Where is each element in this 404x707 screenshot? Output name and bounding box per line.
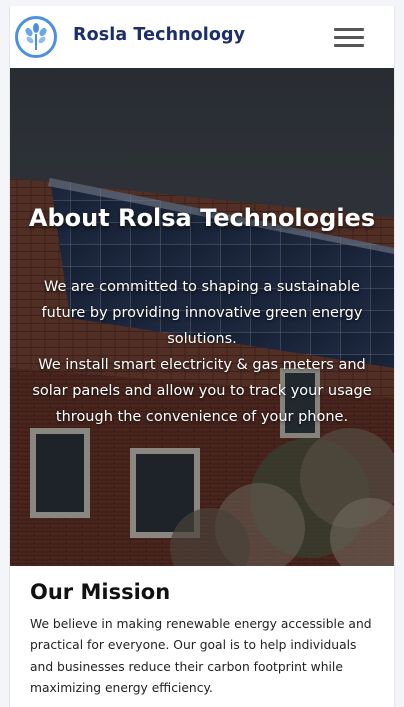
hero-section: About Rolsa Technologies We are committe… bbox=[10, 68, 394, 566]
hero-paragraph-1: We are committed to shaping a sustainabl… bbox=[41, 279, 363, 347]
tree-leaf-logo-icon bbox=[25, 23, 47, 50]
brand-name[interactable]: Rosla Technology bbox=[73, 25, 245, 45]
hero-description: We are committed to shaping a sustainabl… bbox=[24, 274, 380, 430]
hero-paragraph-2: We install smart electricity & gas meter… bbox=[32, 357, 372, 425]
page-frame: Rosla Technology About Rolsa Technologie… bbox=[9, 6, 395, 707]
mission-title: Our Mission bbox=[30, 580, 171, 604]
hamburger-menu-icon[interactable] bbox=[334, 26, 366, 48]
mission-section: Our Mission We believe in making renewab… bbox=[10, 566, 394, 707]
navbar: Rosla Technology bbox=[10, 6, 394, 69]
hero-title: About Rolsa Technologies bbox=[28, 204, 376, 232]
logo[interactable] bbox=[15, 16, 57, 58]
mission-text: We believe in making renewable energy ac… bbox=[30, 617, 372, 695]
